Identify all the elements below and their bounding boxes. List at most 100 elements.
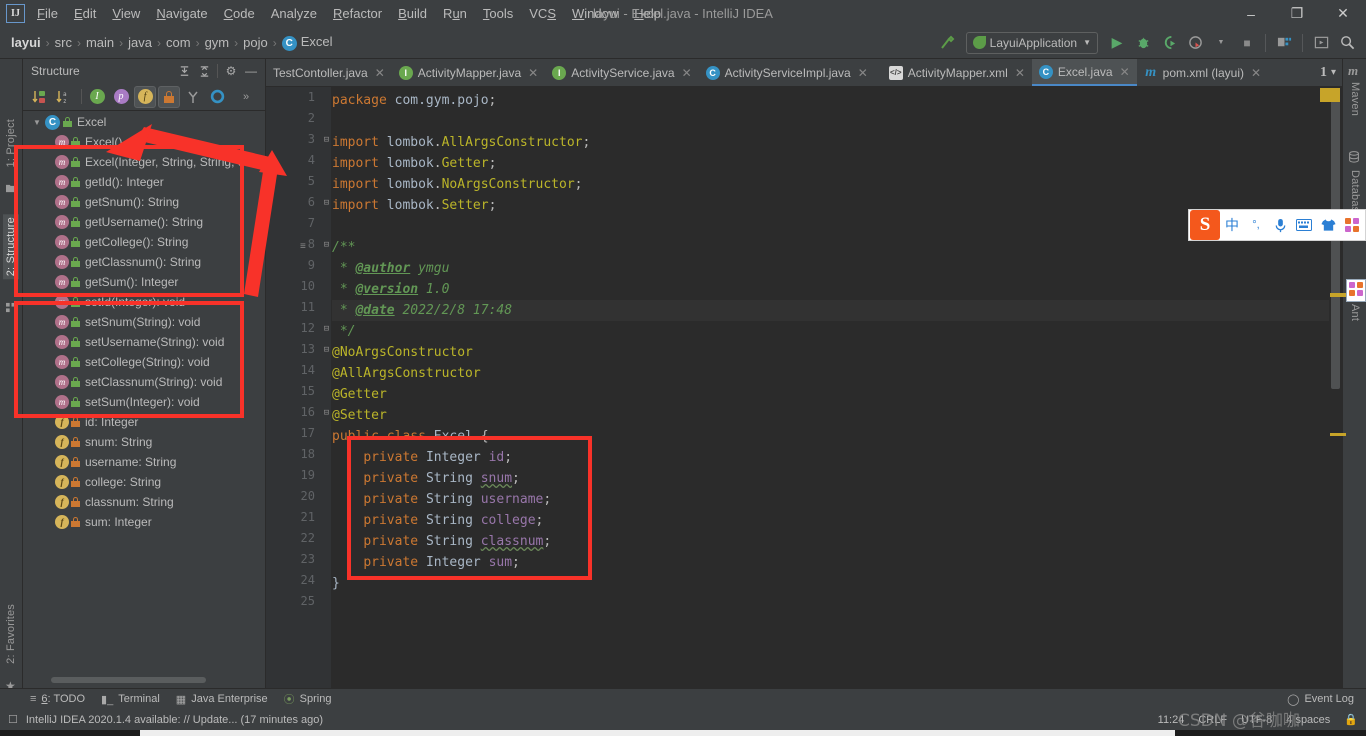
breadcrumb-item-layui[interactable]: layui: [8, 35, 44, 50]
breadcrumb-item-com[interactable]: com: [163, 35, 194, 50]
code-line[interactable]: private String classnum;: [332, 531, 551, 552]
breadcrumb-item-excel[interactable]: C Excel: [279, 34, 336, 51]
error-stripe-mark[interactable]: [1330, 293, 1346, 297]
close-icon[interactable]: ✕: [375, 66, 385, 80]
sidebar-item-maven[interactable]: Maven: [1349, 82, 1361, 116]
code-line[interactable]: import lombok.Getter;: [332, 153, 496, 174]
structure-horizontal-scrollbar[interactable]: [51, 677, 206, 683]
code-line[interactable]: /**: [332, 237, 355, 258]
voice-input-icon[interactable]: [1268, 210, 1292, 240]
close-icon[interactable]: ✕: [682, 66, 692, 80]
code-line[interactable]: * @version 1.0: [332, 279, 450, 300]
code-fold-icon[interactable]: ⊟: [321, 241, 332, 252]
breadcrumb-item-src[interactable]: src: [52, 35, 75, 50]
debug-button[interactable]: [1130, 31, 1156, 55]
breadcrumb-item-gym[interactable]: gym: [202, 35, 233, 50]
editor-tab-activityserviceimpl-java[interactable]: C ActivityServiceImpl.java ✕: [699, 59, 875, 86]
tree-node-method[interactable]: m Excel(): [23, 132, 266, 152]
tree-node-method[interactable]: m setSum(Integer): void: [23, 392, 266, 412]
code-line[interactable]: import lombok.AllArgsConstructor;: [332, 132, 590, 153]
code-fold-icon[interactable]: ⊟: [321, 199, 332, 210]
sidebar-item-structure[interactable]: 2: Structure: [3, 214, 19, 280]
intellij-idea-logo-icon[interactable]: IJ: [6, 4, 25, 23]
show-properties-button[interactable]: p: [110, 86, 132, 108]
menu-item-view[interactable]: View: [104, 3, 148, 24]
close-icon[interactable]: ✕: [1251, 66, 1261, 80]
code-line[interactable]: @AllArgsConstructor: [332, 363, 481, 384]
editor-tab-activitymapper-xml[interactable]: </> ActivityMapper.xml ✕: [875, 59, 1032, 86]
run-with-coverage-button[interactable]: [1156, 31, 1182, 55]
tree-node-method[interactable]: m setId(Integer): void: [23, 292, 266, 312]
error-stripe-mark-top[interactable]: [1320, 88, 1340, 102]
tree-node-method[interactable]: m setCollege(String): void: [23, 352, 266, 372]
code-line[interactable]: private String college;: [332, 510, 543, 531]
code-line[interactable]: * @author ymgu: [332, 258, 450, 279]
close-button[interactable]: ✕: [1320, 0, 1366, 27]
tool-window-spring[interactable]: ⦿ Spring: [284, 691, 332, 707]
expand-all-button[interactable]: [174, 61, 194, 81]
structure-tree[interactable]: ▼ C Excel m Excel() m Excel(Integer, String, S…: [23, 112, 266, 667]
event-log-button[interactable]: ◯ Event Log: [1287, 693, 1354, 706]
gear-icon[interactable]: ⚙: [221, 61, 241, 81]
code-line[interactable]: @Setter: [332, 405, 387, 426]
javadoc-gutter-icon[interactable]: ≡: [300, 241, 306, 252]
status-message[interactable]: IntelliJ IDEA 2020.1.4 available: // Upd…: [26, 714, 323, 726]
tree-node-root[interactable]: ▼ C Excel: [23, 112, 266, 132]
editor-tabs-overflow-button[interactable]: 1 ▾: [1314, 59, 1342, 86]
code-text-area[interactable]: package com.gym.pojo; import lombok.AllAr…: [332, 87, 1342, 688]
code-editor[interactable]: 1 2 3 4 5 6 7 8 9 10 11 12 13 14 15 16 17 18 19 20 21 22 23 24 2…: [266, 87, 1342, 688]
run-configuration-selector[interactable]: LayuiApplication ▼: [965, 31, 1098, 54]
editor-tab-excel-java[interactable]: C Excel.java ✕: [1031, 59, 1137, 86]
menu-item-build[interactable]: Build: [390, 3, 435, 24]
tree-node-method[interactable]: m getSnum(): String: [23, 192, 266, 212]
tree-node-field[interactable]: f college: String: [23, 472, 266, 492]
autoscroll-button[interactable]: [206, 86, 228, 108]
tree-node-method[interactable]: m getId(): Integer: [23, 172, 266, 192]
chinese-mode-icon[interactable]: 中: [1220, 210, 1244, 240]
menu-item-analyze[interactable]: Analyze: [263, 3, 325, 24]
code-line[interactable]: private Integer sum;: [332, 552, 520, 573]
sort-by-visibility-button[interactable]: [29, 86, 51, 108]
tool-window-terminal[interactable]: ▮_ Terminal: [101, 693, 160, 706]
tree-node-method[interactable]: m getClassnum(): String: [23, 252, 266, 272]
punctuation-icon[interactable]: °,: [1244, 210, 1268, 240]
soft-keyboard-icon[interactable]: [1292, 210, 1316, 240]
toolbox-grid-icon[interactable]: [1340, 210, 1364, 240]
code-line[interactable]: */: [332, 321, 356, 342]
more-options-button[interactable]: »: [235, 86, 257, 108]
menu-item-navigate[interactable]: Navigate: [148, 3, 215, 24]
sogou-logo-icon[interactable]: S: [1190, 210, 1220, 240]
code-fold-icon[interactable]: ⊟: [321, 325, 332, 336]
settings-button[interactable]: [1308, 31, 1334, 55]
minimize-button[interactable]: –: [1228, 0, 1274, 27]
close-icon[interactable]: ✕: [858, 66, 868, 80]
code-fold-icon[interactable]: ⊟: [321, 346, 332, 357]
editor-tab-activitymapper-java[interactable]: I ActivityMapper.java ✕: [392, 59, 545, 86]
sogou-ime-toolbar[interactable]: S 中 °,: [1188, 209, 1366, 241]
sidebar-item-favorites[interactable]: 2: Favorites: [5, 604, 17, 664]
editor-tab-testcontoller-java[interactable]: TestContoller.java ✕: [266, 59, 392, 86]
editor-tab-activityservice-java[interactable]: I ActivityService.java ✕: [545, 59, 698, 86]
tree-node-field[interactable]: f id: Integer: [23, 412, 266, 432]
error-stripe-mark-2[interactable]: [1330, 433, 1346, 436]
profile-button[interactable]: [1182, 31, 1208, 55]
skin-icon[interactable]: [1316, 210, 1340, 240]
tree-node-method[interactable]: m setUsername(String): void: [23, 332, 266, 352]
profile-dropdown-button[interactable]: ▼: [1208, 31, 1234, 55]
tree-node-field[interactable]: f sum: Integer: [23, 512, 266, 532]
menu-item-tools[interactable]: Tools: [475, 3, 521, 24]
code-line[interactable]: private Integer id;: [332, 447, 512, 468]
breadcrumb-item-main[interactable]: main: [83, 35, 117, 50]
breadcrumb-item-pojo[interactable]: pojo: [240, 35, 271, 50]
code-line[interactable]: public class Excel {: [332, 426, 489, 447]
sort-alphabetically-button[interactable]: az: [53, 86, 75, 108]
sidebar-item-project[interactable]: 1: Project: [5, 119, 17, 167]
show-inherited-button[interactable]: I: [86, 86, 108, 108]
tree-node-method[interactable]: m Excel(Integer, String, String, S: [23, 152, 266, 172]
run-button[interactable]: ▶: [1104, 31, 1130, 55]
tree-node-method[interactable]: m getSum(): Integer: [23, 272, 266, 292]
editor-tab-pom-xml-layui-[interactable]: m pom.xml (layui) ✕: [1137, 59, 1268, 86]
editor-scrollbar[interactable]: [1329, 87, 1342, 688]
code-line[interactable]: }: [332, 573, 340, 594]
close-icon[interactable]: ✕: [528, 66, 538, 80]
